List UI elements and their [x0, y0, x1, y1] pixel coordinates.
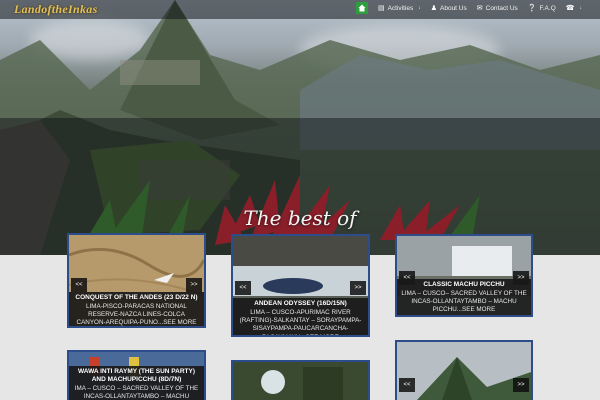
tour-card[interactable]: [231, 360, 370, 400]
tour-title: WAWA INTI RAYMY (THE SUN PARTY) AND MACH…: [77, 368, 195, 383]
nav-item-label: Contact Us: [485, 4, 518, 12]
tour-description[interactable]: LIMA – CUSCO-APURIMAC RIVER (RAFTING)-SA…: [237, 309, 364, 335]
nav-item-contact-us[interactable]: ✉ Contact Us: [476, 4, 518, 13]
envelope-icon: ✉: [476, 5, 483, 12]
nav-item-phone[interactable]: ☎ ↓: [566, 4, 582, 12]
tour-caption: ANDEAN ODYSSEY (16D/15N) LIMA – CUSCO-AP…: [233, 298, 368, 335]
tour-card[interactable]: WAWA INTI RAYMY (THE SUN PARTY) AND MACH…: [67, 350, 206, 400]
prev-slide-button[interactable]: <<: [235, 281, 251, 295]
top-navigation-bar: LandoftheInkas ▤ Activities ↓ ♟ About Us…: [0, 0, 600, 19]
question-icon: ❔: [527, 5, 537, 12]
nav-item-label: About Us: [440, 4, 467, 12]
home-button[interactable]: [355, 2, 368, 14]
nav-item-label: F.A.Q: [539, 4, 556, 12]
nav-item-label: Activities: [387, 4, 414, 12]
tour-card[interactable]: << >>: [395, 340, 533, 400]
next-slide-button[interactable]: >>: [350, 281, 366, 295]
tour-title: CLASSIC MACHU PICCHU: [423, 281, 505, 288]
tour-caption: CLASSIC MACHU PICCHU LIMA – CUSCO– SACRE…: [397, 279, 531, 315]
nav-item-faq[interactable]: ❔ F.A.Q: [527, 4, 556, 13]
nav-item-activities[interactable]: ▤ Activities ↓: [377, 4, 421, 13]
home-icon: [358, 4, 366, 12]
tour-title: CONQUEST OF THE ANDES (23 D/22 N): [75, 294, 198, 301]
nav-item-about-us[interactable]: ♟ About Us: [430, 4, 467, 13]
phone-icon: ☎: [565, 5, 575, 12]
prev-slide-button[interactable]: <<: [399, 378, 415, 392]
users-icon: ♟: [430, 5, 437, 12]
next-slide-button[interactable]: >>: [513, 378, 529, 392]
tour-image-machu-picchu: [397, 342, 531, 400]
document-icon: ▤: [377, 5, 385, 12]
tour-caption: WAWA INTI RAYMY (THE SUN PARTY) AND MACH…: [69, 366, 204, 400]
tour-title: ANDEAN ODYSSEY (16D/15N): [254, 300, 347, 307]
prev-slide-button[interactable]: <<: [71, 278, 87, 292]
tour-card[interactable]: << >> CONQUEST OF THE ANDES (23 D/22 N) …: [67, 233, 206, 328]
tour-image-trek: [233, 362, 368, 400]
tour-description[interactable]: LIMA – CUSCO– SACRED VALLEY OF THE INCAS…: [401, 290, 527, 315]
chevron-down-icon: ↓: [579, 5, 583, 11]
tour-caption: CONQUEST OF THE ANDES (23 D/22 N) LIMA-P…: [69, 292, 204, 326]
tour-description[interactable]: LIMA-PISCO-PARACAS NATIONAL RESERVE-NAZC…: [73, 303, 200, 326]
section-heading: The best of: [243, 206, 357, 230]
tour-card[interactable]: << >> CLASSIC MACHU PICCHU LIMA – CUSCO–…: [395, 234, 533, 317]
chevron-down-icon: ↓: [418, 5, 421, 11]
tour-description[interactable]: IMA – CUSCO – SACRED VALLEY OF THE INCAS…: [73, 385, 200, 400]
next-slide-button[interactable]: >>: [186, 278, 202, 292]
site-logo[interactable]: LandoftheInkas: [14, 2, 98, 17]
main-nav: ▤ Activities ↓ ♟ About Us ✉ Contact Us ❔…: [355, 2, 582, 14]
tour-card[interactable]: << >> ANDEAN ODYSSEY (16D/15N) LIMA – CU…: [231, 234, 370, 337]
